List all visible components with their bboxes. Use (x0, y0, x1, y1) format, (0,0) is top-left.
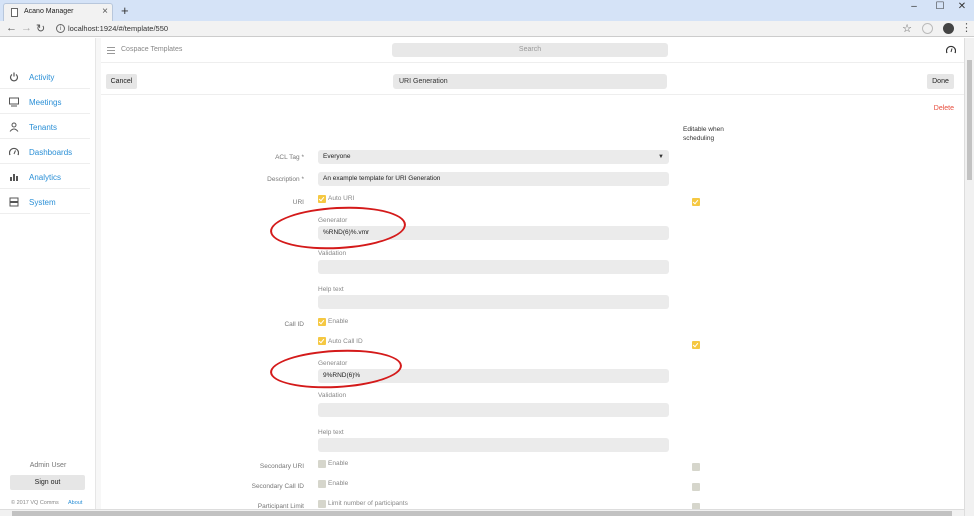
acl-tag-value: Everyone (323, 153, 351, 160)
call-id-enable-label: Enable (328, 318, 349, 325)
sidebar-item-meetings[interactable]: Meetings (0, 89, 90, 114)
secondary-uri-enable-checkbox[interactable] (318, 460, 326, 468)
app: Activity Meetings Tenants Dashboards Ana… (0, 38, 974, 516)
reload-icon[interactable]: ↻ (36, 22, 45, 35)
profile-icon[interactable] (943, 23, 954, 34)
template-form: Delete Editable when scheduling ACL Tag … (101, 95, 964, 516)
secondary-call-id-editable-checkbox[interactable] (692, 483, 700, 491)
uri-validation-field[interactable] (318, 260, 669, 274)
address-bar[interactable]: i localhost:1924/#/template/550 ☆ (52, 22, 912, 36)
cancel-button[interactable]: Cancel (106, 74, 137, 89)
bookmark-star-icon[interactable]: ☆ (902, 22, 912, 35)
auto-uri-label: Auto URI (328, 195, 355, 202)
power-icon (9, 72, 19, 82)
call-id-validation-label: Validation (318, 392, 347, 399)
secondary-call-id-enable-label: Enable (328, 480, 349, 487)
secondary-uri-editable-checkbox[interactable] (692, 463, 700, 471)
sidebar-item-dashboards[interactable]: Dashboards (0, 139, 90, 164)
back-icon[interactable]: ← (6, 22, 17, 34)
url-text: localhost:1924/#/template/550 (68, 24, 169, 33)
vertical-scrollbar[interactable] (964, 38, 974, 516)
participant-limit-option-label: Limit number of participants (328, 500, 408, 507)
search-input[interactable]: Search (392, 43, 668, 57)
close-window-icon[interactable]: ✕ (950, 1, 974, 12)
description-label: Description * (267, 176, 304, 183)
secondary-call-id-label: Secondary Call ID (251, 483, 304, 490)
tab-title: Acano Manager (24, 8, 74, 15)
scrollbar-thumb[interactable] (967, 60, 972, 180)
uri-editable-checkbox[interactable] (692, 198, 700, 206)
description-field[interactable]: An example template for URI Generation (318, 172, 669, 186)
browser-toolbar: ← → ↻ i localhost:1924/#/template/550 ☆ … (0, 21, 974, 37)
secondary-uri-label: Secondary URI (259, 463, 304, 470)
editable-when-scheduling-header: Editable when scheduling (683, 126, 724, 142)
admin-user-name: Admin User (29, 462, 67, 469)
auto-call-id-checkbox[interactable] (318, 337, 326, 345)
uri-help-text-label: Help text (318, 286, 344, 293)
info-icon[interactable]: i (56, 24, 65, 33)
monitor-icon (9, 97, 19, 107)
new-tab-icon[interactable]: + (121, 3, 129, 18)
sidebar-item-tenants[interactable]: Tenants (0, 114, 90, 139)
template-name-field[interactable]: URI Generation (393, 74, 667, 89)
sidebar-item-label: System (29, 198, 56, 207)
sign-out-button[interactable]: Sign out (10, 475, 85, 490)
sidebar-item-label: Activity (29, 73, 55, 82)
secondary-call-id-enable-checkbox[interactable] (318, 480, 326, 488)
top-bar: Cospace Templates Search (101, 38, 964, 63)
auto-call-id-label: Auto Call ID (328, 338, 363, 345)
forward-icon[interactable]: → (21, 22, 32, 34)
user-icon (9, 122, 19, 132)
uri-label: URI (292, 199, 304, 206)
sidebar: Activity Meetings Tenants Dashboards Ana… (0, 38, 96, 516)
about-link[interactable]: About (68, 500, 82, 506)
call-id-validation-field[interactable] (318, 403, 669, 417)
minimize-icon[interactable]: – (902, 1, 926, 12)
page-icon (11, 8, 18, 17)
browser-tab[interactable]: Acano Manager × (3, 3, 113, 21)
annotation-ellipse (269, 346, 403, 392)
section-title: Cospace Templates (121, 46, 183, 53)
call-id-help-text-label: Help text (318, 429, 344, 436)
menu-icon[interactable]: ⋮ (961, 21, 972, 34)
gauge-icon (9, 147, 19, 156)
auto-uri-checkbox[interactable] (318, 195, 326, 203)
sidebar-item-system[interactable]: System (0, 189, 90, 214)
sidebar-item-label: Meetings (29, 98, 62, 107)
acl-tag-label: ACL Tag * (275, 154, 304, 161)
sidebar-item-label: Tenants (29, 123, 58, 132)
gauge-icon[interactable] (946, 45, 956, 55)
call-id-editable-checkbox[interactable] (692, 341, 700, 349)
call-id-label: Call ID (284, 321, 304, 328)
uri-help-text-field[interactable] (318, 295, 669, 309)
sidebar-item-label: Dashboards (29, 148, 73, 157)
secondary-uri-enable-label: Enable (328, 460, 349, 467)
copyright-text: © 2017 VQ Comms (11, 500, 59, 506)
participant-limit-checkbox[interactable] (318, 500, 326, 508)
extension-icon[interactable] (922, 23, 933, 34)
uri-validation-label: Validation (318, 250, 347, 257)
editor-bar: Cancel URI Generation Done (101, 63, 964, 95)
main-content: Cospace Templates Search Cancel URI Gene… (101, 38, 964, 516)
annotation-ellipse (268, 203, 408, 253)
maximize-icon[interactable]: ☐ (928, 1, 952, 12)
browser-tab-strip: Acano Manager × + – ☐ ✕ (0, 0, 974, 21)
delete-link[interactable]: Delete (934, 105, 954, 112)
call-id-enable-checkbox[interactable] (318, 318, 326, 326)
horizontal-scrollbar[interactable] (0, 509, 964, 516)
call-id-help-text-field[interactable] (318, 438, 669, 452)
bar-chart-icon (10, 174, 18, 181)
sidebar-item-activity[interactable]: Activity (0, 64, 90, 89)
server-icon (9, 197, 19, 207)
sidebar-item-analytics[interactable]: Analytics (0, 164, 90, 189)
hamburger-menu-icon[interactable] (107, 47, 115, 54)
close-tab-icon[interactable]: × (102, 6, 108, 17)
done-button[interactable]: Done (927, 74, 954, 89)
acl-tag-select[interactable]: Everyone ▼ (318, 150, 669, 164)
scrollbar-thumb[interactable] (12, 511, 952, 516)
dropdown-arrow-icon: ▼ (658, 154, 664, 160)
sidebar-item-label: Analytics (29, 173, 62, 182)
